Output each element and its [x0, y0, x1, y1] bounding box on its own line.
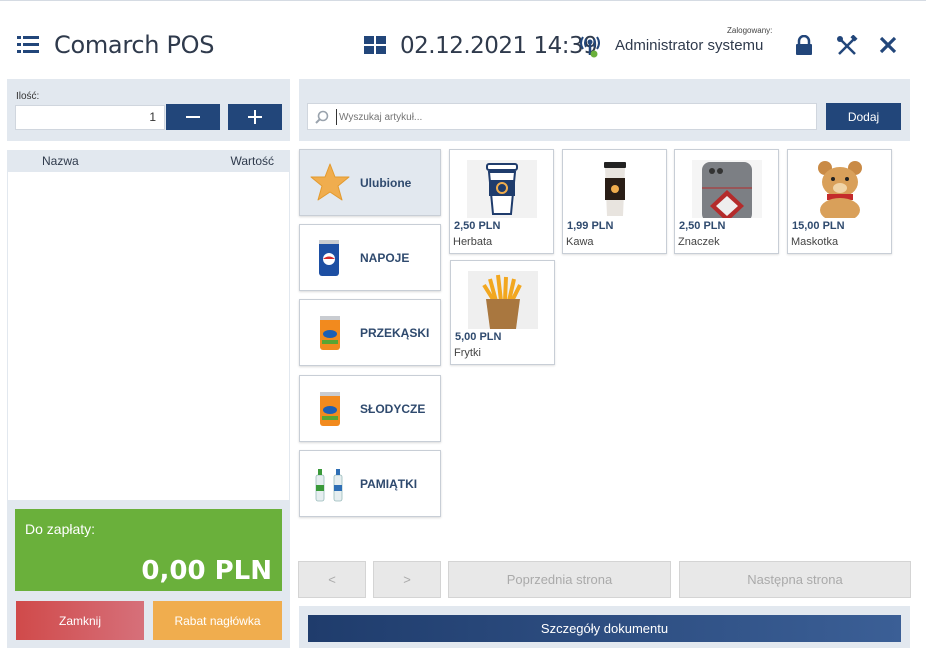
- column-name: Nazwa: [42, 154, 79, 168]
- category-label: PRZEKĄSKI: [360, 326, 430, 340]
- close-receipt-button[interactable]: Zamknij: [16, 601, 144, 640]
- product-tile-coffee[interactable]: 1,99 PLN Kawa: [562, 149, 667, 254]
- logged-in-label: Zalogowany:: [727, 26, 773, 35]
- grid-icon[interactable]: [364, 36, 386, 54]
- category-next-button[interactable]: >: [373, 561, 441, 598]
- header: Comarch POS 02.12.2021 14:39 Zalogowany:…: [0, 0, 926, 78]
- category-drinks[interactable]: NAPOJE: [299, 224, 441, 291]
- datetime: 02.12.2021 14:39: [400, 33, 598, 59]
- list-header: Nazwa Wartość: [7, 150, 290, 172]
- add-button[interactable]: Dodaj: [826, 103, 901, 130]
- product-name: Znaczek: [678, 236, 720, 248]
- product-tile-stamp[interactable]: 2,50 PLN Znaczek: [674, 149, 779, 254]
- app-title: Comarch POS: [54, 31, 215, 59]
- category-label: NAPOJE: [360, 251, 410, 265]
- minus-icon: [186, 116, 200, 118]
- search-panel: Dodaj: [299, 79, 910, 141]
- previous-page-button[interactable]: Poprzednia strona: [448, 561, 671, 598]
- product-name: Frytki: [454, 347, 481, 359]
- teddy-bear-icon: [805, 160, 875, 218]
- quantity-label: Ilość:: [16, 91, 40, 102]
- amount-due-box[interactable]: Do zapłaty: 0,00 PLN: [15, 509, 282, 591]
- fries-icon: [468, 271, 538, 329]
- product-price: 15,00 PLN: [792, 220, 845, 232]
- orange-can-icon: [320, 392, 340, 426]
- details-bar: Szczegóły dokumentu: [299, 606, 910, 648]
- amount-due-label: Do zapłaty:: [25, 521, 96, 537]
- next-page-button[interactable]: Następna strona: [679, 561, 911, 598]
- amount-due-value: 0,00 PLN: [141, 556, 272, 586]
- search-input[interactable]: [336, 109, 806, 125]
- category-souvenirs[interactable]: PAMIĄTKI: [299, 450, 441, 517]
- quantity-increase-button[interactable]: [228, 104, 282, 130]
- phone-case-icon: [692, 160, 762, 218]
- search-icon: [315, 110, 329, 124]
- plus-icon-vertical: [254, 110, 256, 124]
- cup-icon: [467, 160, 537, 218]
- category-label: Ulubione: [360, 176, 412, 190]
- product-price: 1,99 PLN: [567, 220, 614, 232]
- product-name: Maskotka: [791, 236, 839, 248]
- header-discount-button[interactable]: Rabat nagłówka: [153, 601, 282, 640]
- lock-icon[interactable]: [794, 35, 814, 55]
- hamburger-menu-icon[interactable]: [17, 36, 39, 53]
- tools-icon[interactable]: [836, 35, 858, 57]
- category-prev-button[interactable]: <: [298, 561, 366, 598]
- coffee-icon: [580, 160, 650, 218]
- document-details-button[interactable]: Szczegóły dokumentu: [308, 615, 901, 642]
- water-bottles-icon: [315, 469, 343, 502]
- product-tile-mascot[interactable]: 15,00 PLN Maskotka: [787, 149, 892, 254]
- quantity-panel: Ilość: 1: [7, 79, 290, 141]
- search-box[interactable]: [307, 103, 817, 130]
- product-name: Herbata: [453, 236, 493, 248]
- antenna-status-icon: [580, 36, 600, 58]
- product-price: 5,00 PLN: [455, 331, 502, 343]
- close-icon[interactable]: [879, 36, 897, 54]
- category-sweets[interactable]: SŁODYCZE: [299, 375, 441, 442]
- receipt-list: Nazwa Wartość: [7, 150, 290, 500]
- product-price: 2,50 PLN: [454, 220, 501, 232]
- soda-can-icon: [319, 240, 339, 276]
- payment-area: Do zapłaty: 0,00 PLN Zamknij Rabat nagłó…: [7, 500, 290, 648]
- product-tile-fries[interactable]: 5,00 PLN Frytki: [450, 260, 555, 365]
- column-value: Wartość: [230, 154, 274, 168]
- quantity-decrease-button[interactable]: [166, 104, 220, 130]
- category-label: SŁODYCZE: [360, 402, 426, 416]
- list-body[interactable]: [7, 172, 290, 500]
- product-name: Kawa: [566, 236, 594, 248]
- product-price: 2,50 PLN: [679, 220, 726, 232]
- orange-can-icon: [320, 316, 340, 350]
- category-label: PAMIĄTKI: [360, 477, 418, 491]
- product-tile-tea[interactable]: 2,50 PLN Herbata: [449, 149, 554, 254]
- category-favorites[interactable]: Ulubione: [299, 149, 441, 216]
- star-icon: [310, 163, 350, 201]
- user-name[interactable]: Administrator systemu: [615, 37, 763, 54]
- category-snacks[interactable]: PRZEKĄSKI: [299, 299, 441, 366]
- quantity-input[interactable]: 1: [15, 105, 165, 130]
